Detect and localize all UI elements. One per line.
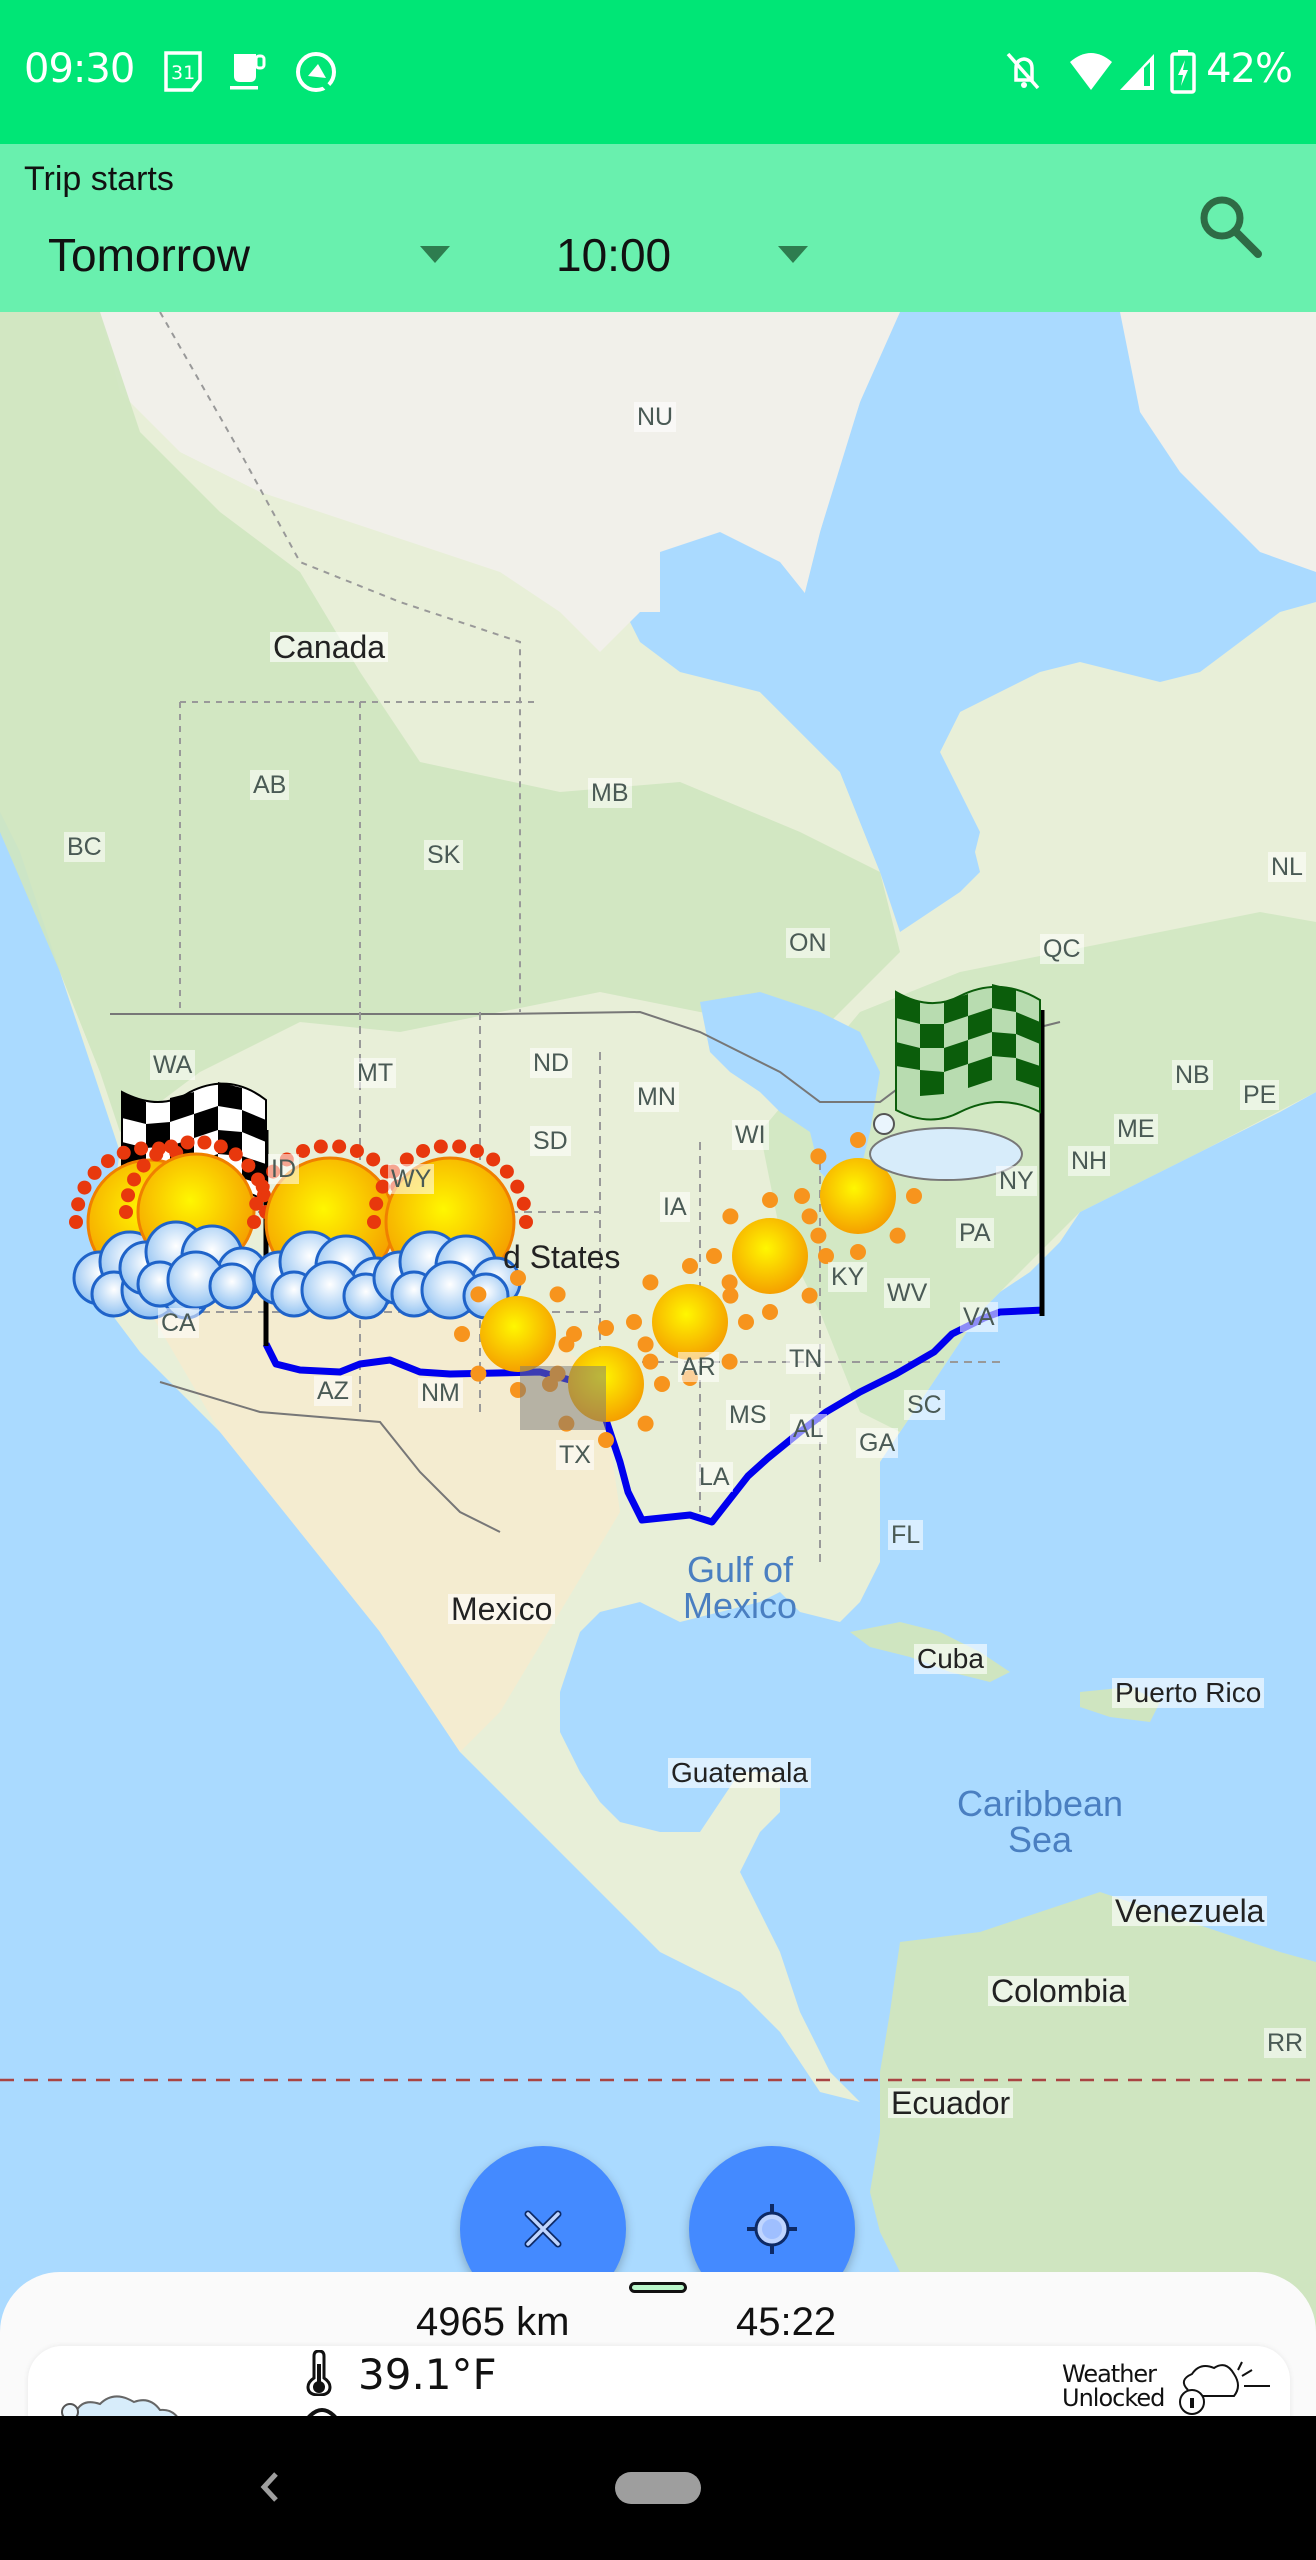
region-label: NB xyxy=(1172,1060,1213,1090)
region-label: SK xyxy=(424,840,464,870)
region-label: AL xyxy=(790,1414,827,1444)
region-label: GA xyxy=(856,1428,899,1458)
status-time: 09:30 xyxy=(24,46,135,92)
water-label: Caribbean Sea xyxy=(956,1783,1124,1860)
region-label: MS xyxy=(726,1400,770,1430)
country-label: Colombia xyxy=(988,1975,1130,2007)
region-label: AR xyxy=(678,1352,719,1382)
cell-signal-icon xyxy=(1118,50,1158,99)
region-label: QC xyxy=(1040,934,1084,964)
region-label: LA xyxy=(696,1462,733,1492)
map-view[interactable]: NU Canada AB MB BC SK NL ON QC WA MT ND … xyxy=(0,312,1316,2416)
region-label: KY xyxy=(828,1262,868,1292)
region-label: MN xyxy=(634,1082,679,1112)
country-label: Cuba xyxy=(914,1644,987,1674)
region-label: RR xyxy=(1264,2028,1307,2058)
wind-icon-partial xyxy=(307,2408,337,2416)
country-label: Guatemala xyxy=(668,1758,811,1788)
sheet-drag-handle[interactable] xyxy=(629,2282,687,2293)
region-label: NU xyxy=(634,402,677,432)
country-label-partial: d States xyxy=(503,1239,621,1275)
region-label: IA xyxy=(660,1192,690,1222)
thermometer-icon xyxy=(306,2350,332,2396)
calendar-icon: 31 xyxy=(162,50,206,99)
region-label: SC xyxy=(904,1390,945,1420)
trip-summary-sheet: 4965 km 45:22 39.1°F Weather Unlocked xyxy=(0,2272,1316,2416)
selected-marker-highlight xyxy=(520,1366,606,1430)
region-label: PE xyxy=(1240,1080,1280,1110)
map-canvas xyxy=(0,312,1316,2416)
region-label: TN xyxy=(786,1344,826,1374)
search-icon xyxy=(1200,196,1262,258)
android-q-icon xyxy=(294,50,338,99)
region-label: ME xyxy=(1114,1114,1158,1144)
wifi-icon xyxy=(1068,50,1114,99)
region-label: WA xyxy=(150,1050,196,1080)
battery-percent: 42% xyxy=(1206,46,1293,92)
trip-duration: 45:22 xyxy=(736,2300,837,2344)
temperature-value: 39.1°F xyxy=(358,2350,497,2399)
coffee-cup-icon xyxy=(230,50,270,99)
region-label: NL xyxy=(1268,852,1306,882)
region-label: BC xyxy=(64,832,105,862)
region-label: SD xyxy=(530,1126,571,1156)
region-label: VA xyxy=(960,1302,998,1332)
land-greenland xyxy=(1120,312,1316,572)
nav-back-button[interactable] xyxy=(250,2462,290,2512)
system-navigation-bar xyxy=(0,2416,1316,2560)
weather-unlocked-logo-icon xyxy=(1179,2361,1270,2415)
provider-name-line1: Weather xyxy=(1062,2360,1157,2388)
day-select-value: Tomorrow xyxy=(48,229,250,281)
region-label: WV xyxy=(884,1278,931,1308)
region-label: PA xyxy=(956,1218,994,1248)
day-select-caret-icon xyxy=(420,246,450,263)
region-label: ON xyxy=(786,928,830,958)
weather-provider-logo[interactable]: Weather Unlocked xyxy=(1062,2360,1165,2412)
time-select-value: 10:00 xyxy=(556,229,672,281)
nav-home-pill[interactable] xyxy=(615,2472,701,2504)
region-label: ID xyxy=(268,1154,299,1184)
svg-text:31: 31 xyxy=(171,62,195,84)
region-label: NM xyxy=(418,1378,463,1408)
search-button[interactable] xyxy=(1190,186,1270,266)
region-label: NH xyxy=(1068,1146,1111,1176)
trip-starts-label: Trip starts xyxy=(24,160,174,198)
trip-distance: 4965 km xyxy=(416,2300,570,2344)
time-select[interactable]: 10:00 xyxy=(556,220,816,290)
region-label: TX xyxy=(556,1440,594,1470)
region-label: CA xyxy=(158,1308,199,1338)
time-select-caret-icon xyxy=(778,246,808,263)
provider-name-line2: Unlocked xyxy=(1062,2384,1165,2412)
country-label: Ecuador xyxy=(888,2087,1014,2119)
region-label: FL xyxy=(888,1520,924,1550)
region-label: WY xyxy=(388,1164,435,1194)
day-select[interactable]: Tomorrow xyxy=(48,220,458,290)
battery-charging-icon xyxy=(1170,50,1196,99)
country-label: Puerto Rico xyxy=(1112,1678,1265,1708)
region-label: WI xyxy=(732,1120,769,1150)
country-label: Mexico xyxy=(448,1593,556,1625)
region-label: MT xyxy=(354,1058,397,1088)
country-label: Canada xyxy=(270,631,389,663)
region-label: NY xyxy=(996,1166,1037,1196)
region-label: ND xyxy=(530,1048,573,1078)
country-label: Venezuela xyxy=(1112,1895,1268,1927)
cloud-icon xyxy=(61,2395,178,2416)
region-label: AZ xyxy=(314,1376,352,1406)
water-label: Gulf of Mexico xyxy=(683,1549,798,1626)
region-label: AB xyxy=(250,770,290,800)
region-label: MB xyxy=(588,778,632,808)
bell-off-icon xyxy=(1004,50,1044,99)
status-bar: 09:30 31 42% xyxy=(0,0,1316,144)
back-chevron-icon xyxy=(260,2472,278,2502)
